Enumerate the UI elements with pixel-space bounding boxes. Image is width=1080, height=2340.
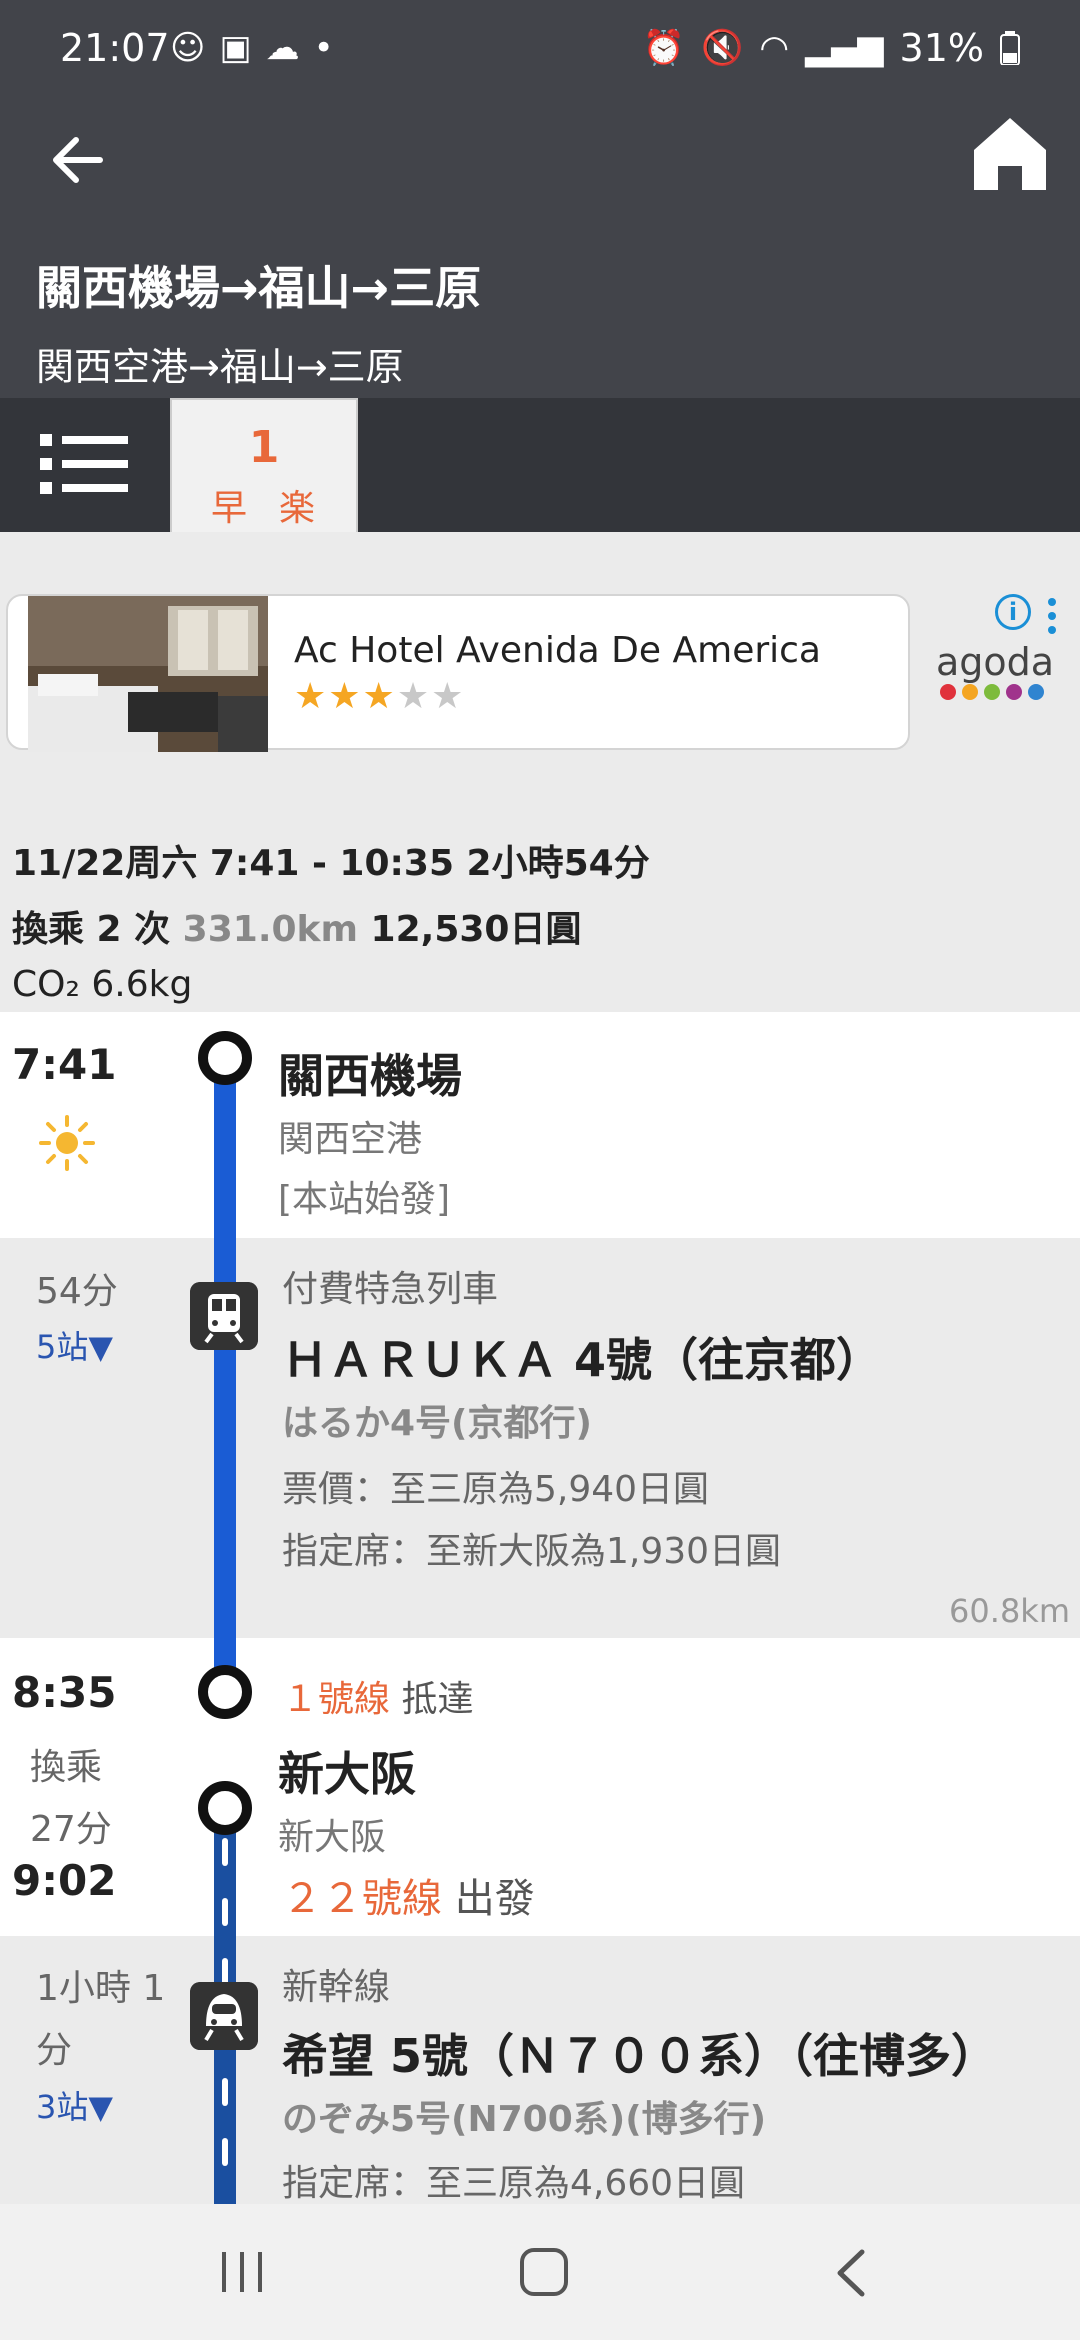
station-name-jp: 関西空港 — [278, 1119, 423, 1160]
train-icon — [190, 1282, 258, 1350]
leg2-stops-toggle[interactable]: 3站▼ — [36, 2082, 113, 2128]
station-name[interactable]: 關西機場 — [278, 1040, 462, 1106]
hotel-rating: ★★★★★ — [294, 676, 465, 717]
leg-duration: 54分 — [36, 1271, 118, 1312]
route-subtitle: 関西空港→福山→三原 — [36, 345, 404, 389]
hotel-photo — [28, 596, 268, 752]
signal-icon: ▂▄▆ — [805, 28, 884, 68]
battery-text: 31% — [899, 26, 984, 70]
dot-icon: • — [313, 28, 334, 68]
summary-distance: 331.0km — [182, 909, 358, 950]
status-bar: 21:07 ☺ ▣ ☁ • ⏰ 🔇 ◠ ▂▄▆ 31% — [0, 0, 1080, 100]
reserved-seat-fare: 指定席：至新大阪為1,930日圓 — [282, 1531, 782, 1572]
app-header: 21:07 ☺ ▣ ☁ • ⏰ 🔇 ◠ ▂▄▆ 31% 關西機場→福山→三原 関… — [0, 0, 1080, 398]
route-tab-bar: 1 早楽 — [0, 398, 1080, 532]
arrival-platform: １號線 抵達 — [282, 1670, 473, 1722]
summary-time: 11/22周六 7:41 - 10:35 2小時54分 — [12, 843, 650, 884]
departure-platform: ２２號線 出發 — [282, 1866, 535, 1924]
summary-co2: CO₂ 6.6kg — [12, 964, 193, 1005]
mute-icon: 🔇 — [701, 28, 744, 68]
status-time: 21:07 — [60, 26, 170, 70]
tab-route-1[interactable]: 1 早楽 — [170, 398, 358, 532]
leg2-reserved-fare: 指定席：至三原為4,660日圓 — [282, 2163, 746, 2204]
cloud-icon: ☁ — [265, 28, 300, 68]
ad-menu-icon[interactable] — [1046, 596, 1058, 636]
recent-apps-icon[interactable] — [220, 2250, 266, 2294]
leg2-train-name[interactable]: 希望 5號（Ｎ７００系）（往博多） — [282, 2020, 997, 2086]
arrival-time: 8:35 — [12, 1668, 117, 1717]
star-icon-empty: ★★ — [396, 676, 466, 717]
train-fare: 票價：至三原為5,940日圓 — [282, 1469, 710, 1510]
transfer-station-jp: 新大阪 — [278, 1817, 387, 1858]
summary-detail: 換乘 2 次 331.0km 12,530日圓 — [12, 900, 650, 952]
arrival-node — [198, 1665, 252, 1719]
wifi-icon: ◠ — [759, 28, 790, 68]
agoda-dots — [940, 684, 1044, 700]
route-summary: 11/22周六 7:41 - 10:35 2小時54分 換乘 2 次 331.0… — [12, 834, 650, 1005]
departure-platform-number: ２２號線 — [282, 1876, 442, 1922]
departure-time: 7:41 — [12, 1040, 117, 1089]
departure-word: 出發 — [454, 1876, 535, 1922]
arrival-word: 抵達 — [401, 1679, 474, 1720]
transfer-departure-time: 9:02 — [12, 1856, 117, 1905]
leg2-duration: 1小時 1分 — [36, 1968, 166, 2071]
agoda-logo: agoda — [936, 640, 1055, 684]
sun-icon — [39, 1115, 95, 1171]
home-icon[interactable] — [968, 112, 1052, 196]
tab-label: 早楽 — [210, 488, 347, 529]
image-icon: ▣ — [219, 28, 252, 68]
origin-note: [本站始發] — [278, 1179, 451, 1220]
station-node — [198, 1031, 252, 1085]
route-title: 關西機場→福山→三原 — [36, 261, 482, 315]
transfer-label: 換乘 — [30, 1747, 103, 1788]
system-nav-bar — [0, 2204, 1080, 2340]
leg2-category: 新幹線 — [282, 1967, 391, 2008]
summary-transfers: 換乘 2 次 — [12, 909, 171, 950]
arrival-platform-number: １號線 — [282, 1679, 391, 1720]
hotel-name: Ac Hotel Avenida De America — [294, 630, 821, 671]
nav-back-icon[interactable] — [830, 2248, 870, 2298]
leg2-train-name-jp: のぞみ5号(N700系)(博多行) — [282, 2099, 767, 2140]
back-arrow-icon[interactable] — [40, 120, 120, 200]
transfer-wait: 27分 — [30, 1809, 112, 1850]
hotel-ad[interactable]: Ac Hotel Avenida De America ★★★★★ — [6, 594, 910, 752]
battery-icon — [1000, 31, 1020, 65]
ad-info-icon[interactable]: i — [995, 594, 1031, 630]
list-icon[interactable] — [40, 428, 130, 500]
departure-node — [198, 1781, 252, 1835]
tab-number: 1 — [248, 422, 280, 473]
train-name-jp: はるか4号(京都行) — [282, 1403, 592, 1444]
shinkansen-icon — [190, 1982, 258, 2050]
train-name[interactable]: ＨＡＲＵＫＡ 4號（往京都） — [282, 1324, 882, 1390]
train-category: 付費特急列車 — [282, 1269, 499, 1310]
star-icon-filled: ★★★ — [294, 676, 397, 717]
leg-distance: 60.8km — [949, 1592, 1070, 1630]
route-line-haruka — [214, 1058, 236, 1692]
smiley-icon: ☺ — [170, 28, 206, 68]
transfer-station-name[interactable]: 新大阪 — [278, 1738, 416, 1804]
stops-toggle[interactable]: 5站▼ — [36, 1322, 113, 1368]
nav-home-icon[interactable] — [520, 2248, 568, 2296]
summary-fare: 12,530日圓 — [370, 909, 582, 950]
alarm-icon: ⏰ — [642, 28, 686, 68]
